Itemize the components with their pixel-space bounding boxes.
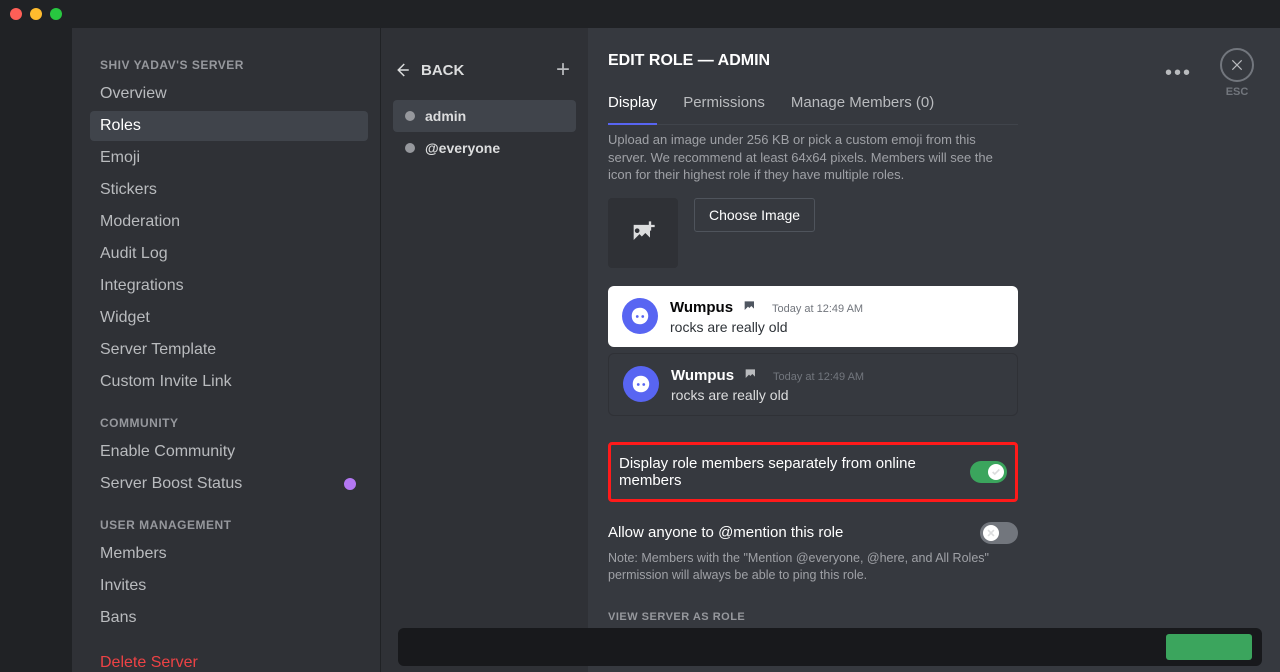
role-icon-upload-box[interactable]: [608, 198, 678, 268]
back-button[interactable]: BACK: [393, 61, 464, 79]
role-icon-inline: [743, 366, 759, 382]
sidebar-header-user-management: USER MANAGEMENT: [90, 512, 368, 538]
avatar: [622, 298, 658, 334]
boost-icon: [339, 473, 362, 496]
preview-body: rocks are really old: [671, 387, 864, 403]
role-icon-inline: [742, 298, 758, 314]
highlighted-setting: Display role members separately from onl…: [608, 442, 1018, 502]
role-preview: Wumpus Today at 12:49 AM rocks are reall…: [608, 286, 1018, 416]
toggle-allow-mention[interactable]: [980, 522, 1018, 544]
preview-message-light: Wumpus Today at 12:49 AM rocks are reall…: [608, 286, 1018, 347]
discord-icon: [629, 305, 651, 327]
sidebar-item-server-boost-status[interactable]: Server Boost Status: [90, 469, 368, 499]
page-title: EDIT ROLE — ADMIN: [608, 52, 1018, 70]
discord-icon: [630, 373, 652, 395]
role-color-dot: [405, 111, 415, 121]
sidebar-item-custom-invite-link[interactable]: Custom Invite Link: [90, 367, 368, 397]
role-tabs: Display Permissions Manage Members (0): [608, 86, 1018, 125]
unsaved-changes-bar: [398, 628, 1262, 666]
tab-permissions[interactable]: Permissions: [683, 86, 765, 124]
sidebar-item-invites[interactable]: Invites: [90, 571, 368, 601]
view-server-as-role-header: VIEW SERVER AS ROLE: [608, 611, 1018, 623]
sidebar-item-moderation[interactable]: Moderation: [90, 207, 368, 237]
sidebar-item-enable-community[interactable]: Enable Community: [90, 437, 368, 467]
close-icon: [1230, 58, 1244, 72]
preview-timestamp: Today at 12:49 AM: [773, 371, 864, 383]
check-icon: [991, 467, 1001, 477]
sidebar-item-server-template[interactable]: Server Template: [90, 335, 368, 365]
arrow-left-icon: [393, 61, 411, 79]
role-item-admin[interactable]: admin: [393, 100, 576, 132]
sidebar-item-widget[interactable]: Widget: [90, 303, 368, 333]
sidebar-item-emoji[interactable]: Emoji: [90, 143, 368, 173]
server-rail: [0, 28, 72, 672]
preview-username: Wumpus: [671, 367, 734, 384]
x-icon: [986, 528, 996, 538]
sidebar-item-audit-log[interactable]: Audit Log: [90, 239, 368, 269]
avatar: [623, 366, 659, 402]
add-role-button[interactable]: +: [556, 58, 570, 82]
traffic-light-min[interactable]: [30, 8, 42, 20]
back-label: BACK: [421, 62, 464, 79]
settings-sidebar: SHIV YADAV'S SERVER Overview Roles Emoji…: [72, 28, 380, 672]
role-list-column: BACK + admin @everyone: [380, 28, 588, 672]
preview-body: rocks are really old: [670, 319, 863, 335]
sidebar-item-bans[interactable]: Bans: [90, 603, 368, 633]
image-add-icon: [629, 219, 657, 247]
role-editor-main: ••• ESC EDIT ROLE — ADMIN Display Permis…: [588, 28, 1280, 672]
traffic-light-close[interactable]: [10, 8, 22, 20]
preview-message-dark: Wumpus Today at 12:49 AM rocks are reall…: [608, 353, 1018, 416]
more-options-button[interactable]: •••: [1165, 62, 1192, 85]
role-color-dot: [405, 143, 415, 153]
esc-label: ESC: [1226, 86, 1249, 98]
setting-title-mention: Allow anyone to @mention this role: [608, 524, 843, 541]
tab-display[interactable]: Display: [608, 86, 657, 125]
sidebar-item-delete-server[interactable]: Delete Server: [90, 648, 368, 672]
preview-timestamp: Today at 12:49 AM: [772, 303, 863, 315]
sidebar-item-roles[interactable]: Roles: [90, 111, 368, 141]
setting-title-display-separate: Display role members separately from onl…: [619, 455, 970, 489]
choose-image-button[interactable]: Choose Image: [694, 198, 815, 232]
sidebar-header-community: COMMUNITY: [90, 410, 368, 436]
save-changes-button[interactable]: [1166, 634, 1252, 660]
traffic-light-max[interactable]: [50, 8, 62, 20]
preview-username: Wumpus: [670, 299, 733, 316]
sidebar-item-integrations[interactable]: Integrations: [90, 271, 368, 301]
close-settings-button[interactable]: [1220, 48, 1254, 82]
sidebar-item-overview[interactable]: Overview: [90, 79, 368, 109]
role-name: admin: [425, 108, 466, 124]
window-titlebar: [0, 0, 1280, 28]
tab-manage-members[interactable]: Manage Members (0): [791, 86, 934, 124]
setting-note-mention: Note: Members with the "Mention @everyon…: [608, 550, 1018, 584]
role-icon-help: Upload an image under 256 KB or pick a c…: [608, 131, 1018, 184]
sidebar-item-stickers[interactable]: Stickers: [90, 175, 368, 205]
server-name-header: SHIV YADAV'S SERVER: [90, 52, 368, 78]
toggle-display-separate[interactable]: [970, 461, 1007, 483]
sidebar-item-members[interactable]: Members: [90, 539, 368, 569]
role-name: @everyone: [425, 140, 500, 156]
role-item-everyone[interactable]: @everyone: [393, 132, 576, 164]
